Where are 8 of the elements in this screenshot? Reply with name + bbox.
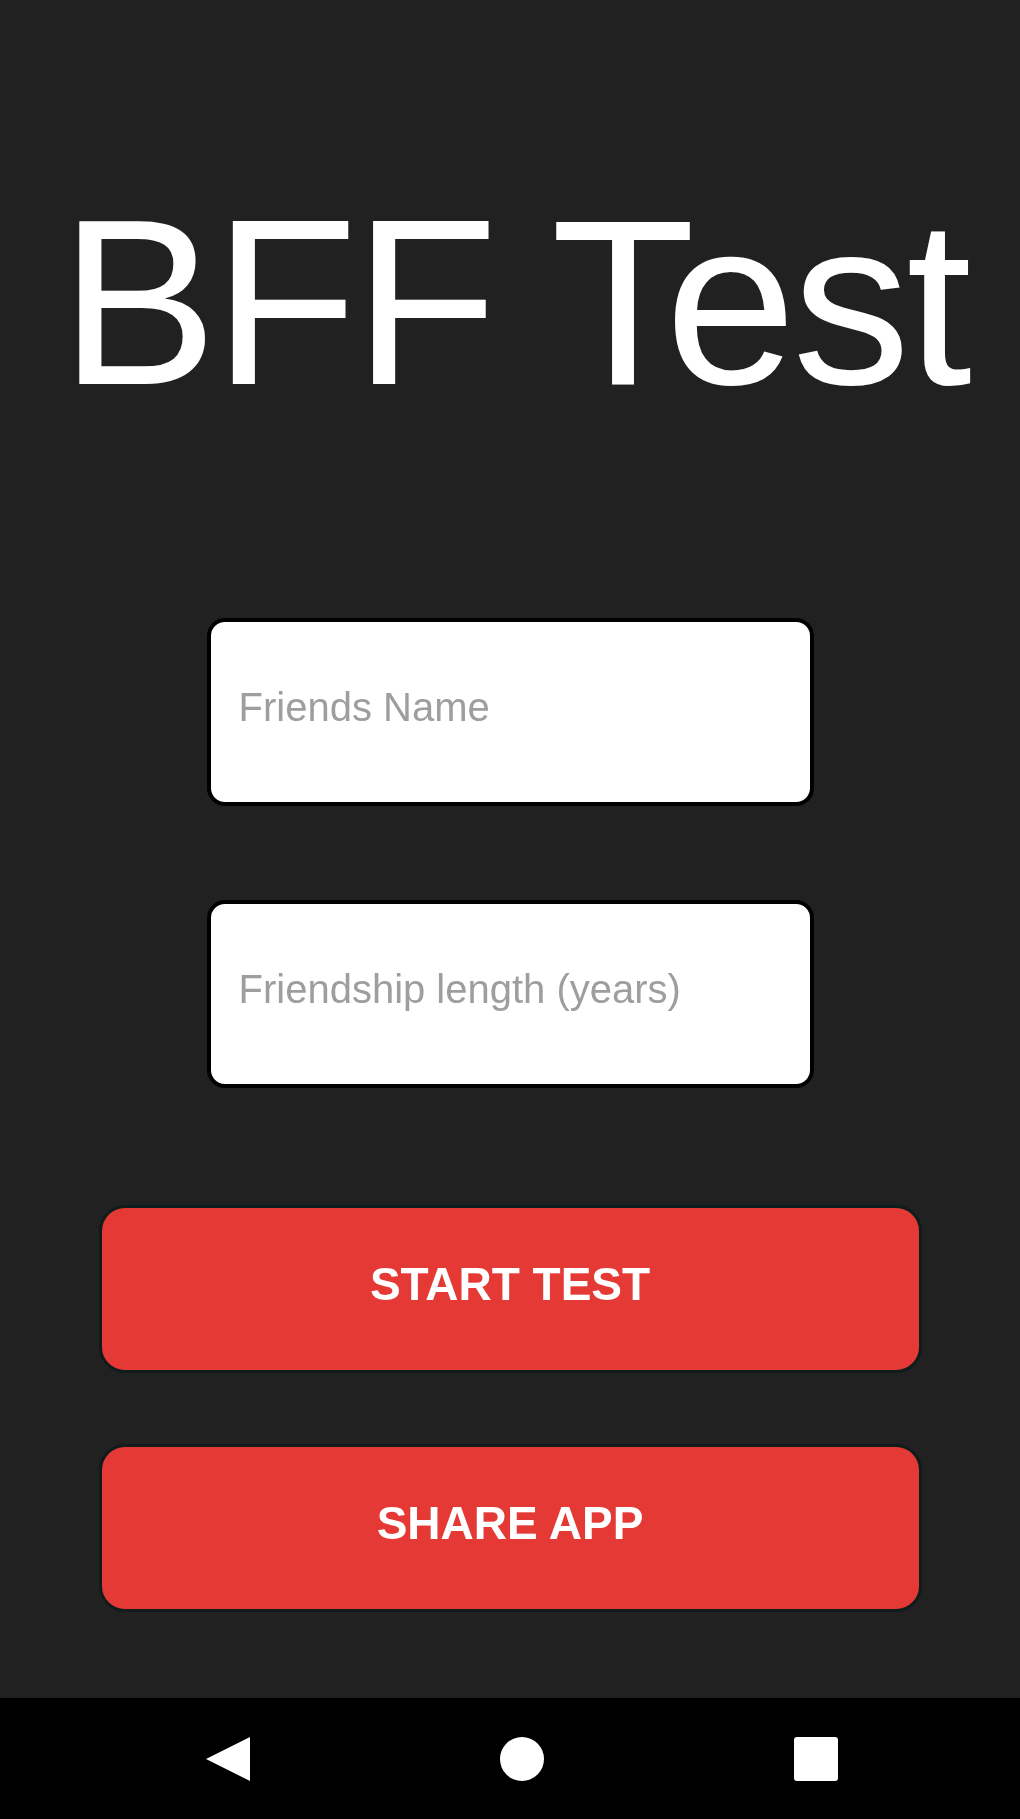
app-title: BFF Test bbox=[59, 182, 971, 422]
input-field[interactable]: Friends Name bbox=[206, 618, 814, 806]
home-icon[interactable] bbox=[500, 1736, 544, 1781]
share-app-button[interactable]: SHARE APP bbox=[98, 1444, 922, 1612]
input-field[interactable]: Friendship length (years) bbox=[206, 900, 814, 1088]
back-icon[interactable] bbox=[206, 1736, 250, 1781]
recents-icon[interactable] bbox=[794, 1736, 838, 1781]
start-test-button[interactable]: START TEST bbox=[98, 1205, 922, 1373]
